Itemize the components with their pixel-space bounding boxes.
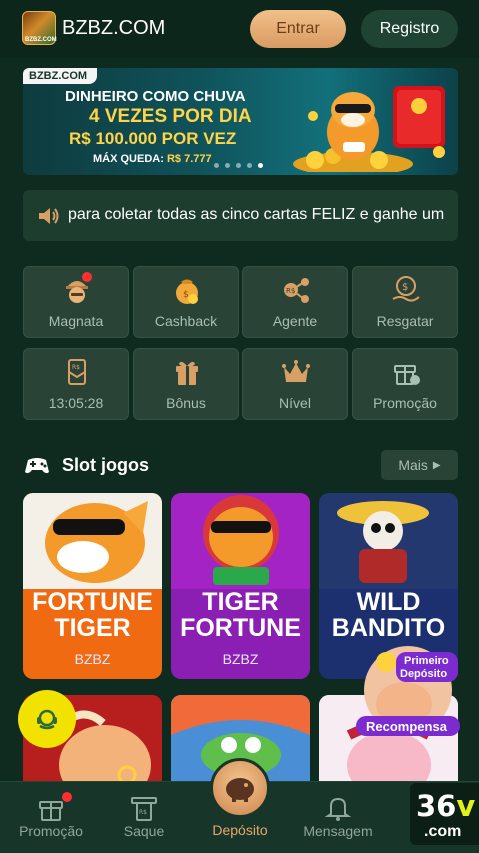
badge-line-3: Recompensa [366,719,448,734]
wild-bandito-art [319,493,458,589]
countdown-timer: 13:05:28 [48,395,104,411]
site-name: BZBZ.COM [62,17,166,39]
svg-text:$: $ [402,282,408,293]
deposit-button[interactable] [210,758,270,818]
login-button[interactable]: Entrar [250,10,346,48]
fortune-tiger-art [23,493,162,589]
nav-item-saque[interactable]: R$ Saque [100,782,188,853]
badge-line-2: Depósito [400,668,447,680]
site-logo[interactable]: BZBZ.COM [22,11,57,45]
nav-item-promocao[interactable]: Promoção [7,782,95,853]
top-header: BZBZ.COM BZBZ.COM Entrar Registro [0,0,479,58]
menu-tile-magnata[interactable]: Magnata [23,266,129,338]
tile-label: Promoção [373,395,437,411]
tile-label: Cashback [154,313,218,329]
menu-tile-resgatar[interactable]: $ Resgatar [352,266,458,338]
more-label: Mais [398,457,428,473]
agent-share-icon: R$ [284,278,309,303]
game-title-line-2: FORTUNE [180,614,301,642]
svg-text:$: $ [183,290,189,300]
logo-text: BZBZ.COM [25,37,57,43]
menu-tile-promocao[interactable]: Promoção [352,348,458,420]
game-title-line-2: BANDITO [331,614,446,642]
cashback-bag-icon: $ [176,279,198,304]
nav-label: Promoção [19,823,83,839]
game-card-tiger-fortune[interactable]: TIGER FORTUNE BZBZ [171,493,310,679]
menu-tile-envelope-timer[interactable]: R$ 13:05:28 [23,348,129,420]
piggy-bank-icon [226,778,254,802]
pagination-dot[interactable] [214,163,219,168]
tile-label: Bônus [166,395,206,411]
support-button[interactable] [18,690,76,748]
first-deposit-reward-badge[interactable]: Primeiro Depósito Recompensa [352,642,464,748]
game-title-line-1: WILD [356,588,421,616]
banner-max-value: R$ 7.777 [166,153,212,165]
deposit-label: Depósito [212,822,268,838]
marquee-text: para coletar todas as cinco cartas FELIZ… [68,206,445,223]
menu-tile-cashback[interactable]: $ Cashback [133,266,239,338]
watermark-domain: .com [424,823,462,840]
svg-text:R$: R$ [72,364,80,371]
banner-pagination[interactable] [214,163,263,168]
pagination-dot-active[interactable] [258,163,263,168]
game-title-line-2: TIGER [54,614,131,642]
tiger-fortune-art [171,493,310,589]
promo-banner[interactable]: BZBZ.COM DINHEIRO COMO CHUVA 4 VEZES POR… [23,68,458,175]
register-button[interactable]: Registro [361,10,458,48]
banner-line-1: DINHEIRO COMO CHUVA [65,88,246,105]
tile-label: Resgatar [376,313,434,329]
section-title: Slot jogos [62,455,149,475]
bell-icon [324,797,352,821]
gamepad-icon [25,458,49,474]
watermark-text: 36v [416,789,476,823]
banner-line-4: MÁX QUEDA: R$ 7.777 [93,153,212,165]
caret-right-icon: ▶ [432,459,441,471]
bonus-gift-icon [176,361,198,385]
nav-item-mensagem[interactable]: Mensagem [294,782,382,853]
pagination-dot[interactable] [247,163,252,168]
promo-gift-icon [394,365,420,385]
pagination-dot[interactable] [225,163,230,168]
nav-label: Mensagem [303,823,373,839]
announcement-marquee[interactable]: para coletar todas as cinco cartas FELIZ… [23,190,458,241]
banner-tag: BZBZ.COM [23,68,98,84]
nav-label: Saque [123,823,165,839]
menu-tile-agente[interactable]: R$ Agente [242,266,348,338]
tile-label: Magnata [48,313,104,329]
game-title-line-1: TIGER [202,588,279,616]
notification-badge [62,792,72,802]
tile-label: Nível [279,395,311,411]
banner-max-label: MÁX QUEDA: [93,153,164,165]
banner-line-2: 4 VEZES POR DIA [89,106,252,127]
crown-icon [282,360,310,382]
pagination-dot[interactable] [236,163,241,168]
notification-badge [82,272,92,282]
badge-line-1: Primeiro [404,655,449,667]
game-provider: BZBZ [74,651,111,667]
envelope-icon: R$ [68,359,86,385]
redeem-coin-hand-icon: $ [392,276,420,302]
tiger-mascot-illustration [293,86,445,172]
more-button[interactable]: Mais ▶ [381,450,458,480]
tile-label: Agente [272,313,318,329]
svg-text:R$: R$ [286,287,295,295]
speaker-icon [39,208,59,224]
svg-text:R$: R$ [139,809,147,816]
support-headset-icon [37,709,57,730]
menu-tile-bonus[interactable]: Bônus [133,348,239,420]
menu-tile-nivel[interactable]: Nível [242,348,348,420]
banner-line-3: R$ 100.000 POR VEZ [69,129,237,148]
game-title-line-1: FORTUNE [32,588,153,616]
watermark-36v: 36v .com [410,783,479,845]
game-card-fortune-tiger[interactable]: FORTUNE TIGER BZBZ [23,493,162,679]
game-provider: BZBZ [222,651,259,667]
withdraw-icon: R$ [131,797,157,821]
